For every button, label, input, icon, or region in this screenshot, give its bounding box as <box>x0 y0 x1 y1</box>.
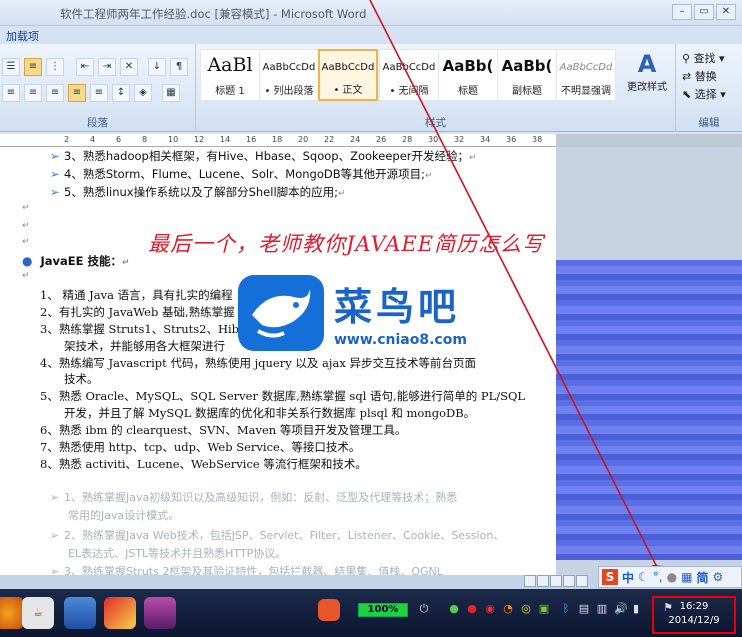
power-plug-icon[interactable]: ⏻ <box>418 602 430 616</box>
view-buttons <box>524 575 588 587</box>
clock-time: 16:29 <box>679 601 709 612</box>
bird-logo-icon <box>238 275 324 351</box>
remote-desktop-icon[interactable] <box>64 597 96 629</box>
bluetooth-icon[interactable]: ᛒ <box>560 602 572 616</box>
drive-icon[interactable]: ▤ <box>578 602 590 616</box>
clock-date: 2014/12/9 <box>668 615 720 626</box>
tray-app-icon[interactable]: ● <box>448 602 460 616</box>
ime-toolbar[interactable]: S 中 ☾ °, ● ▦ 简 ⚙ <box>598 566 742 588</box>
database-icon[interactable] <box>144 597 176 629</box>
outline-icon[interactable] <box>563 575 575 587</box>
network-icon[interactable]: ▮ <box>630 602 642 616</box>
full-screen-icon[interactable] <box>537 575 549 587</box>
settings-gear-icon[interactable]: ⚙ <box>712 570 723 584</box>
nvidia-icon[interactable]: ▣ <box>538 602 550 616</box>
battery-indicator[interactable]: 100% <box>358 603 408 617</box>
logo-text: 菜鸟吧 <box>334 284 461 329</box>
presentation-icon[interactable] <box>318 599 340 621</box>
overlay-caption: 最后一个，老师教你JAVAEE简历怎么写 <box>148 232 545 256</box>
firefox-icon[interactable] <box>0 597 24 629</box>
ime-simplified[interactable]: 简 <box>696 569 708 586</box>
draft-icon[interactable] <box>576 575 588 587</box>
moon-icon[interactable]: ☾ <box>638 570 649 584</box>
paint-tool-icon[interactable] <box>104 597 136 629</box>
ime-chinese-mode[interactable]: 中 <box>622 569 634 586</box>
notepad-icon[interactable]: ▥ <box>596 602 608 616</box>
web-layout-icon[interactable] <box>550 575 562 587</box>
logo-url: www.cniao8.com <box>334 332 467 348</box>
sogou-icon[interactable]: S <box>602 569 618 585</box>
keyboard-icon[interactable]: ▦ <box>681 570 692 584</box>
user-icon[interactable]: ● <box>667 570 677 584</box>
volume-icon[interactable]: 🔊 <box>614 602 628 616</box>
java-icon[interactable]: ☕ <box>22 597 54 629</box>
system-clock[interactable]: 16:29 2014/12/9 <box>652 596 736 634</box>
update-icon[interactable]: ◔ <box>502 602 514 616</box>
print-layout-icon[interactable] <box>524 575 536 587</box>
security-icon[interactable]: ◉ <box>484 602 496 616</box>
punctuation-icon[interactable]: °, <box>653 570 663 584</box>
chrome-icon[interactable]: ◎ <box>520 602 532 616</box>
record-icon[interactable]: ● <box>466 602 478 616</box>
